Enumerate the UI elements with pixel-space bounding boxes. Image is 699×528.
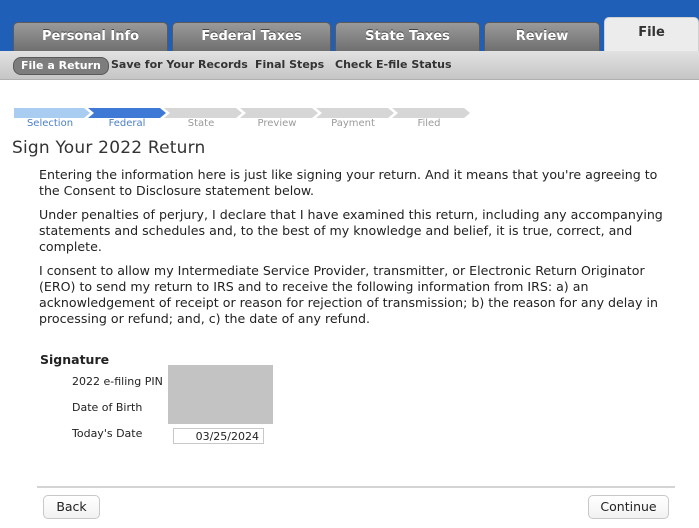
step-label-filed: Filed [417, 118, 441, 129]
progress-step-state [164, 108, 242, 118]
tab-personal-info[interactable]: Personal Info [13, 22, 168, 51]
perjury-paragraph: Under penalties of perjury, I declare th… [39, 207, 663, 254]
progress-step-filed [392, 108, 470, 118]
subnav-final-steps[interactable]: Final Steps [255, 57, 324, 73]
intro-paragraph: Entering the information here is just li… [39, 167, 658, 198]
step-label-federal: Federal [108, 118, 146, 129]
top-tab-bar: Personal Info Federal Taxes State Taxes … [0, 0, 699, 51]
progress-step-federal [88, 108, 166, 118]
footer-divider [37, 486, 675, 488]
progress-step-preview [240, 108, 318, 118]
subnav-check-efile-status[interactable]: Check E-file Status [335, 57, 452, 73]
step-label-preview: Preview [257, 118, 297, 129]
today-date-label: Today's Date [72, 427, 143, 440]
tab-state-taxes[interactable]: State Taxes [335, 22, 480, 51]
step-label-state: State [187, 118, 215, 129]
progress-step-payment [316, 108, 394, 118]
progress-step-selection [14, 108, 90, 118]
tab-review[interactable]: Review [484, 22, 600, 51]
today-date-field[interactable]: 03/25/2024 [173, 428, 264, 444]
subnav-file-a-return[interactable]: File a Return [13, 57, 109, 75]
sub-navigation: File a Return Save for Your Records Fina… [0, 51, 699, 80]
signature-heading: Signature [40, 352, 110, 367]
pin-label: 2022 e-filing PIN [72, 375, 163, 388]
step-label-payment: Payment [331, 118, 375, 129]
dob-label: Date of Birth [72, 401, 143, 414]
consent-paragraph: I consent to allow my Intermediate Servi… [39, 263, 658, 326]
continue-button[interactable]: Continue [588, 495, 669, 519]
tab-federal-taxes[interactable]: Federal Taxes [172, 22, 331, 51]
back-button[interactable]: Back [43, 495, 100, 519]
progress-bar [14, 108, 470, 118]
tab-file[interactable]: File [604, 17, 699, 51]
subnav-save-for-records[interactable]: Save for Your Records [111, 57, 248, 73]
page-title: Sign Your 2022 Return [12, 138, 206, 158]
step-label-selection: Selection [26, 118, 74, 129]
redacted-pin-dob-fields[interactable] [168, 365, 273, 424]
